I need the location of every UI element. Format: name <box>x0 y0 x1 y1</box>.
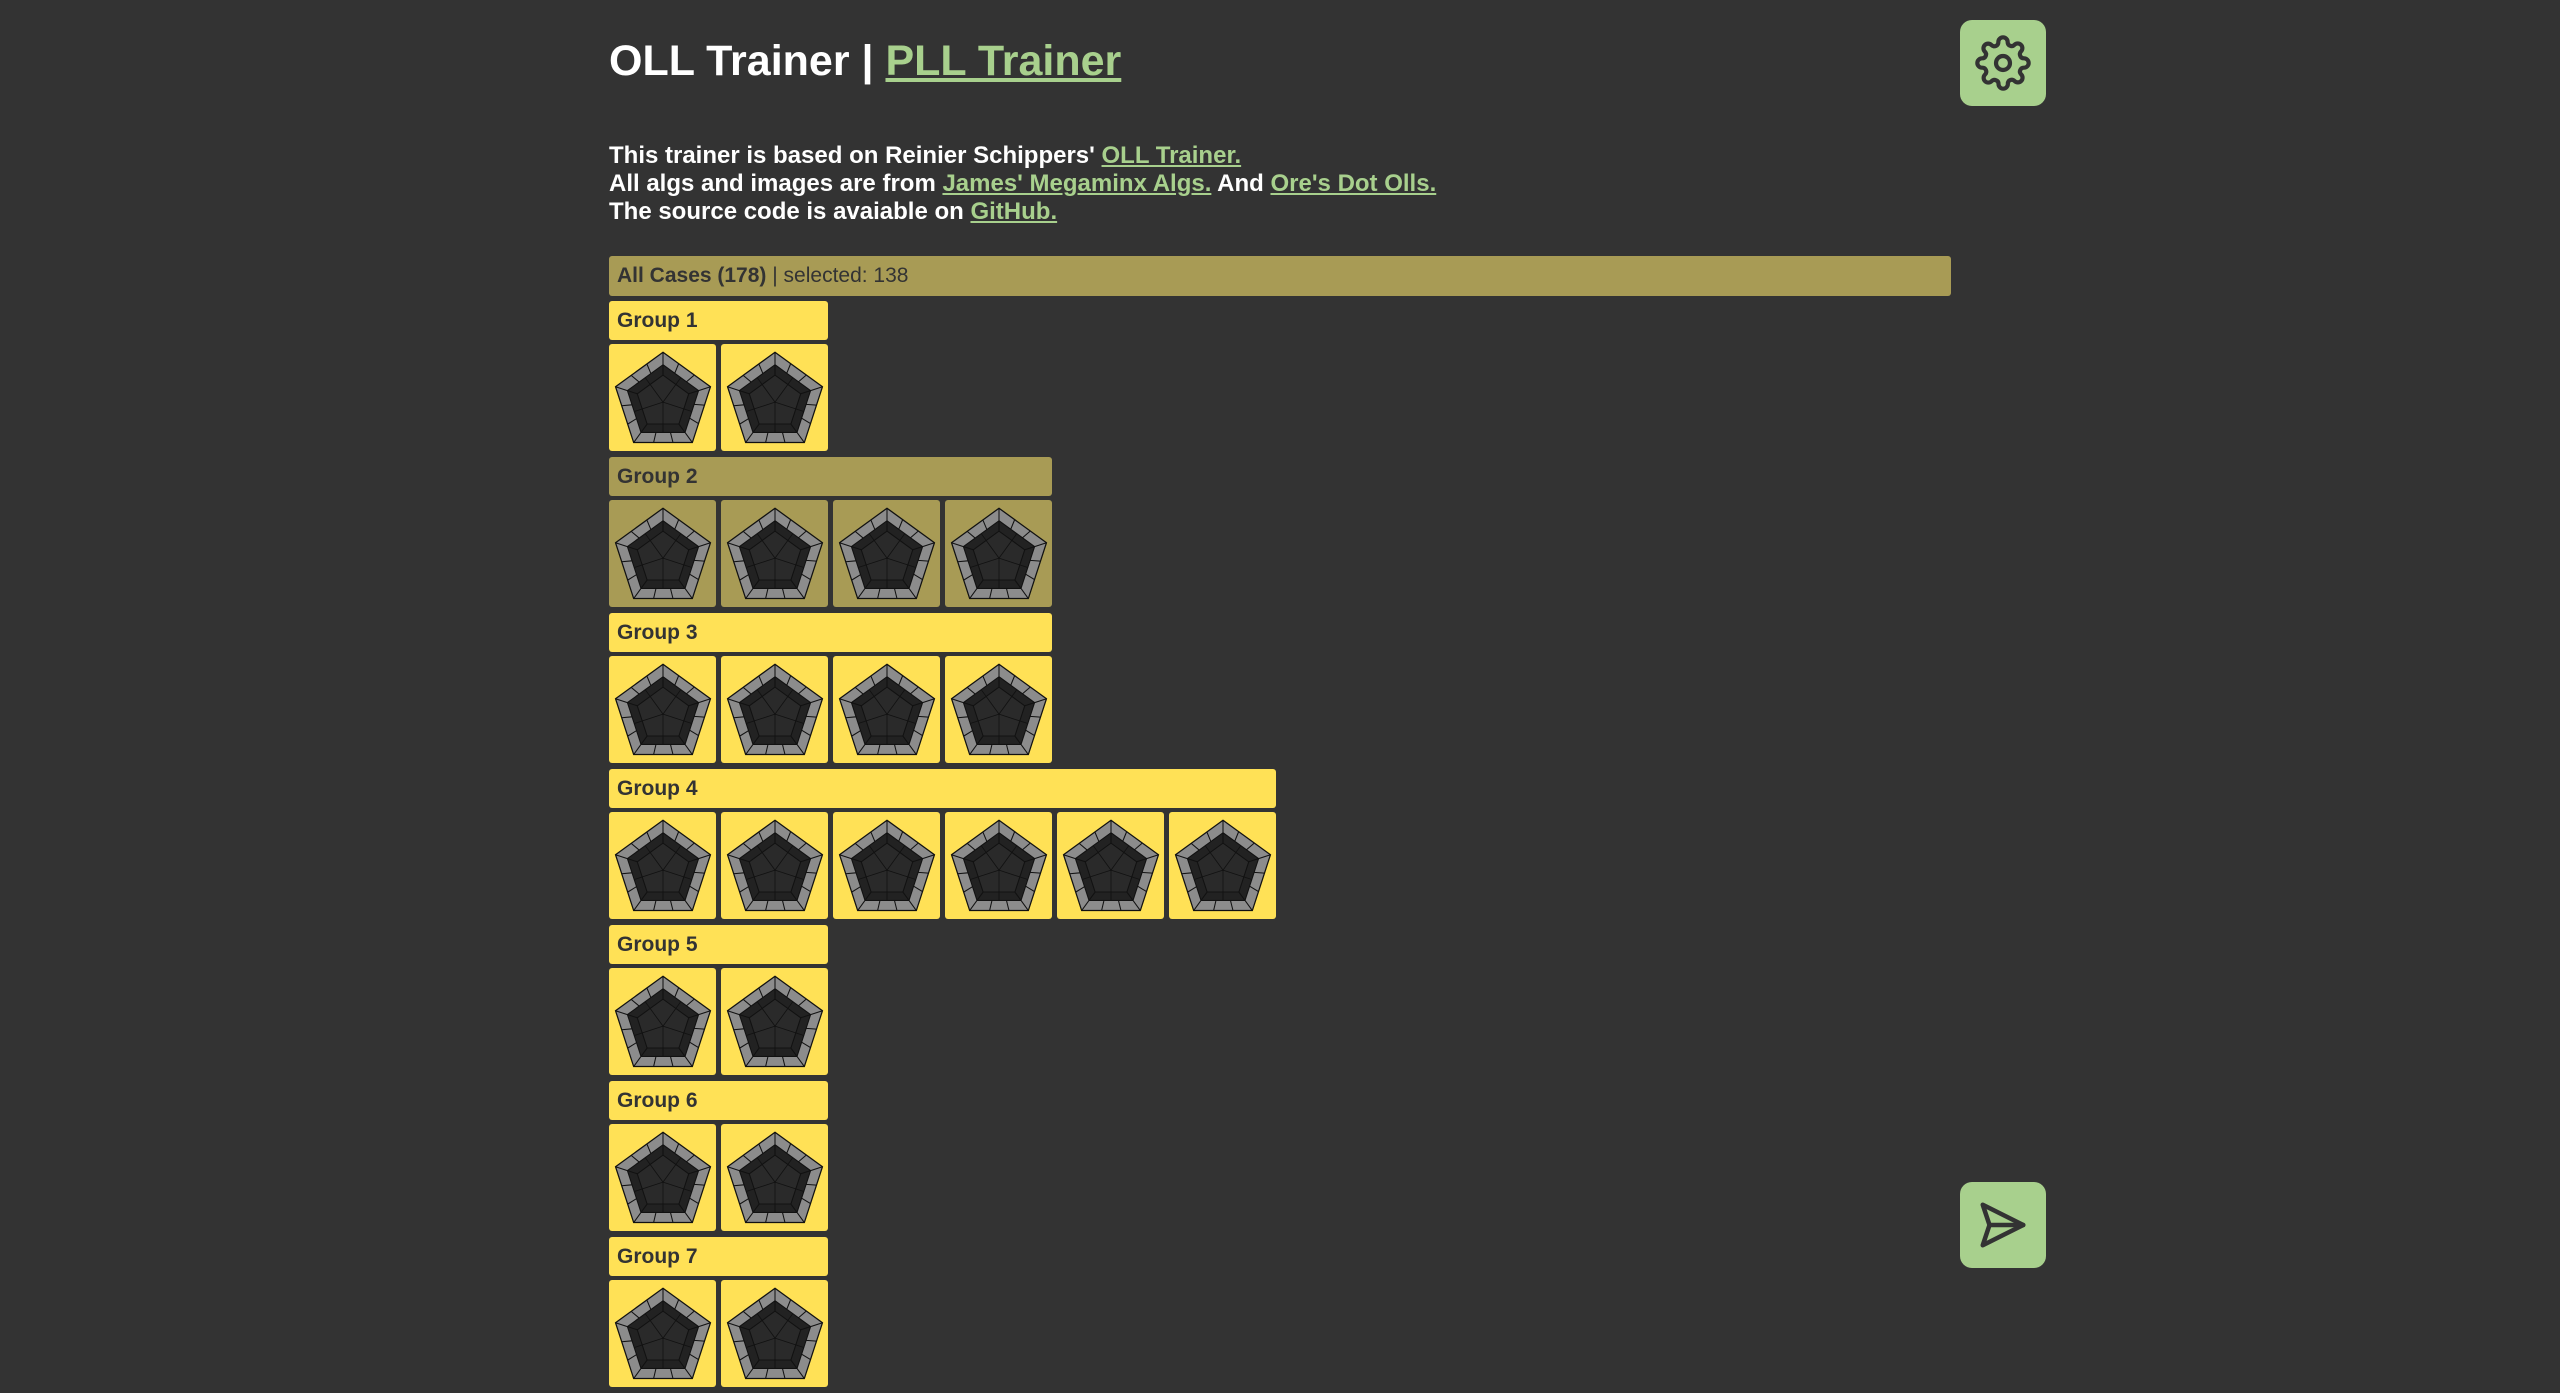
case-tile[interactable] <box>721 1280 828 1387</box>
case-group: Group 3 <box>609 613 1276 763</box>
megaminx-pentagon-icon <box>726 974 823 1067</box>
case-tile[interactable] <box>833 500 940 607</box>
group-header[interactable]: Group 2 <box>609 457 1052 496</box>
case-list <box>609 812 1276 919</box>
case-group: Group 6 <box>609 1081 1276 1231</box>
group-header[interactable]: Group 7 <box>609 1237 828 1276</box>
case-tile[interactable] <box>1169 812 1276 919</box>
github-link[interactable]: GitHub. <box>970 198 1057 225</box>
all-cases-label: All Cases (178) <box>617 264 767 287</box>
intro-line-2: All algs and images are from James' Mega… <box>609 170 2009 198</box>
settings-button[interactable] <box>1960 20 2046 106</box>
case-list <box>609 1124 1276 1231</box>
megaminx-pentagon-icon <box>614 350 711 443</box>
page-title: OLL Trainer | PLL Trainer <box>609 34 1121 88</box>
dot-olls-link[interactable]: Ore's Dot Olls. <box>1270 170 1436 197</box>
megaminx-pentagon-icon <box>726 1286 823 1379</box>
gear-icon <box>1975 35 2031 91</box>
case-tile[interactable] <box>721 344 828 451</box>
megaminx-pentagon-icon <box>726 1130 823 1223</box>
case-tile[interactable] <box>1057 812 1164 919</box>
group-header[interactable]: Group 6 <box>609 1081 828 1120</box>
megaminx-pentagon-icon <box>614 662 711 755</box>
megaminx-pentagon-icon <box>838 662 935 755</box>
megaminx-pentagon-icon <box>726 350 823 443</box>
megaminx-pentagon-icon <box>838 818 935 911</box>
intro-line-2-mid: And <box>1211 170 1271 197</box>
case-list <box>609 344 1276 451</box>
megaminx-pentagon-icon <box>950 506 1047 599</box>
selected-count: | selected: 138 <box>766 264 909 287</box>
case-tile[interactable] <box>609 656 716 763</box>
title-prefix: OLL Trainer | <box>609 37 886 85</box>
group-header[interactable]: Group 5 <box>609 925 828 964</box>
pll-trainer-link[interactable]: PLL Trainer <box>885 37 1121 85</box>
intro-line-3: The source code is avaiable on GitHub. <box>609 198 2009 226</box>
case-group: Group 2 <box>609 457 1276 607</box>
case-tile[interactable] <box>945 812 1052 919</box>
megaminx-pentagon-icon <box>726 506 823 599</box>
group-header[interactable]: Group 4 <box>609 769 1276 808</box>
megaminx-algs-link[interactable]: James' Megaminx Algs. <box>942 170 1211 197</box>
case-tile[interactable] <box>833 656 940 763</box>
case-tile[interactable] <box>609 344 716 451</box>
case-tile[interactable] <box>609 1124 716 1231</box>
megaminx-pentagon-icon <box>614 818 711 911</box>
megaminx-pentagon-icon <box>1062 818 1159 911</box>
megaminx-pentagon-icon <box>614 1286 711 1379</box>
megaminx-pentagon-icon <box>1174 818 1271 911</box>
case-list <box>609 1280 1276 1387</box>
case-tile[interactable] <box>833 812 940 919</box>
case-group: Group 5 <box>609 925 1276 1075</box>
group-header[interactable]: Group 3 <box>609 613 1052 652</box>
intro-line-1: This trainer is based on Reinier Schippe… <box>609 142 2009 170</box>
case-tile[interactable] <box>609 500 716 607</box>
case-group: Group 1 <box>609 301 1276 451</box>
megaminx-pentagon-icon <box>726 818 823 911</box>
groups-list: Group 1 Group 2 Group 3 Group 4 Group 5 Group… <box>609 301 1276 1393</box>
intro-text: This trainer is based on Reinier Schippe… <box>609 142 2009 226</box>
megaminx-pentagon-icon <box>950 662 1047 755</box>
megaminx-pentagon-icon <box>614 974 711 1067</box>
case-group: Group 4 <box>609 769 1276 919</box>
megaminx-pentagon-icon <box>950 818 1047 911</box>
megaminx-pentagon-icon <box>614 506 711 599</box>
all-cases-bar[interactable]: All Cases (178) | selected: 138 <box>609 256 1951 296</box>
megaminx-pentagon-icon <box>838 506 935 599</box>
case-tile[interactable] <box>945 500 1052 607</box>
case-group: Group 7 <box>609 1237 1276 1387</box>
intro-line-2-text: All algs and images are from <box>609 170 943 197</box>
case-tile[interactable] <box>609 968 716 1075</box>
case-tile[interactable] <box>721 1124 828 1231</box>
case-tile[interactable] <box>721 812 828 919</box>
case-tile[interactable] <box>721 500 828 607</box>
send-icon <box>1980 1202 2026 1248</box>
case-list <box>609 500 1276 607</box>
send-button[interactable] <box>1960 1182 2046 1268</box>
group-header[interactable]: Group 1 <box>609 301 828 340</box>
megaminx-pentagon-icon <box>726 662 823 755</box>
intro-line-1-text: This trainer is based on Reinier Schippe… <box>609 142 1102 169</box>
case-tile[interactable] <box>609 1280 716 1387</box>
case-tile[interactable] <box>721 656 828 763</box>
case-tile[interactable] <box>945 656 1052 763</box>
megaminx-pentagon-icon <box>614 1130 711 1223</box>
case-list <box>609 968 1276 1075</box>
case-tile[interactable] <box>609 812 716 919</box>
case-tile[interactable] <box>721 968 828 1075</box>
intro-line-3-text: The source code is avaiable on <box>609 198 971 225</box>
oll-trainer-link[interactable]: OLL Trainer. <box>1102 142 1242 169</box>
case-list <box>609 656 1276 763</box>
